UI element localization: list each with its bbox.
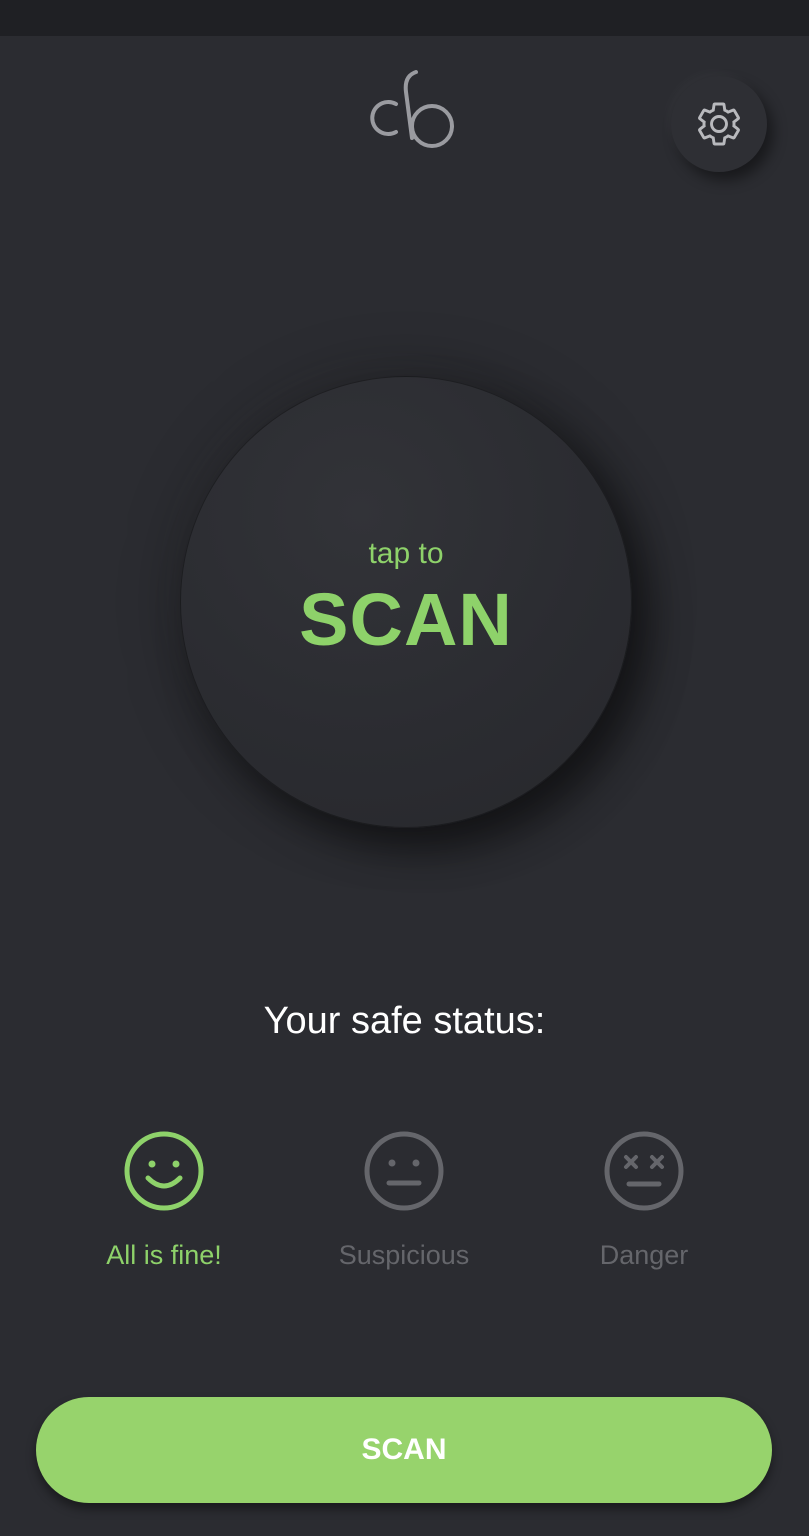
status-item-suspicious: Suspicious [304,1130,504,1271]
gear-icon [698,102,740,146]
scan-button[interactable]: SCAN [36,1397,772,1503]
safe-status-title: Your safe status: [263,1000,546,1042]
cb-logo-icon [360,68,460,152]
smile-face-icon [124,1131,204,1211]
settings-button[interactable] [671,76,767,172]
status-item-danger: Danger [544,1130,744,1271]
dead-face-icon [604,1131,684,1211]
neutral-face-icon [364,1131,444,1211]
status-label: All is fine! [106,1240,222,1270]
scan-circle-button[interactable]: tap to SCAN [180,376,632,828]
tap-to-label: tap to [368,537,444,570]
status-item-all-fine: All is fine! [64,1130,264,1271]
status-bar [0,0,809,36]
scan-circle-title: SCAN [299,578,513,661]
status-label: Danger [599,1240,689,1270]
status-label: Suspicious [338,1240,470,1270]
